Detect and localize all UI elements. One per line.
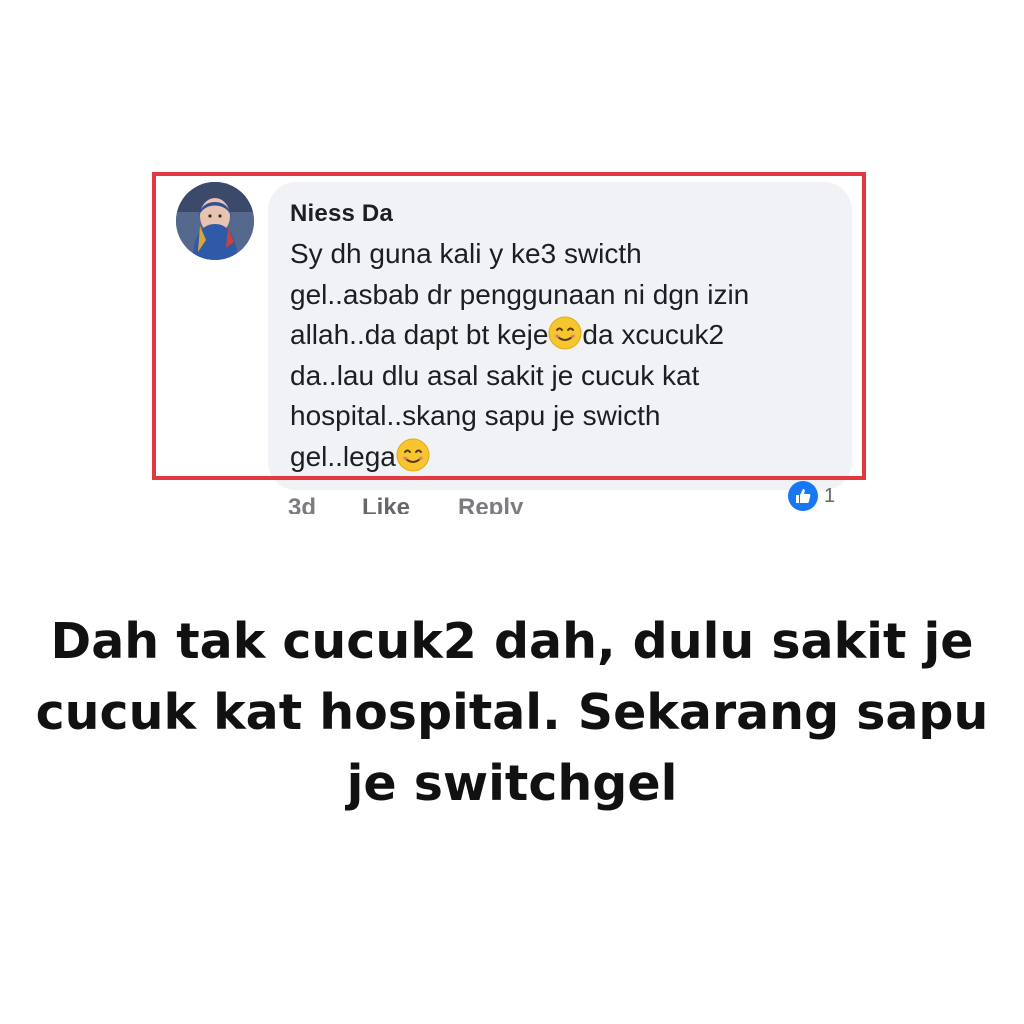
comment-bubble: Niess Da Sy dh guna kali y ke3 swicth ge… [268,182,852,490]
comment-card: Niess Da Sy dh guna kali y ke3 swicth ge… [152,172,872,517]
caption-text: Dah tak cucuk2 dah, dulu sakit je cucuk … [35,613,989,812]
avatar-image [176,182,254,260]
comment-line: Sy dh guna kali y ke3 swicth [290,238,642,269]
smiling-face-icon [396,438,430,472]
comment-timestamp[interactable]: 3d [288,494,316,514]
comment-text: Sy dh guna kali y ke3 swicth gel..asbab … [290,234,840,478]
thumbs-up-icon [788,481,818,511]
screenshot-canvas: Niess Da Sy dh guna kali y ke3 swicth ge… [0,0,1024,1024]
reaction-count: 1 [824,484,836,507]
comment-author[interactable]: Niess Da [290,200,393,228]
comment-line: da xcucuk2 [582,319,725,351]
like-button[interactable]: Like [362,494,410,514]
comment-line: hospital..skang sapu je swicth [290,400,661,432]
comment-line: gel..lega [290,440,396,472]
avatar[interactable] [176,182,254,260]
comment-line: gel..asbab dr penggunaan ni dgn izin [290,278,750,310]
comment-line: da..lau dlu asal sakit je cucuk kat [290,359,700,391]
reply-button[interactable]: Reply [458,494,523,514]
smiling-face-icon [548,316,582,350]
comment-actions: 3d Like Reply [152,490,872,514]
reaction-summary[interactable]: 1 [788,480,835,512]
comment-line: allah..da dapt bt keje [290,319,549,351]
